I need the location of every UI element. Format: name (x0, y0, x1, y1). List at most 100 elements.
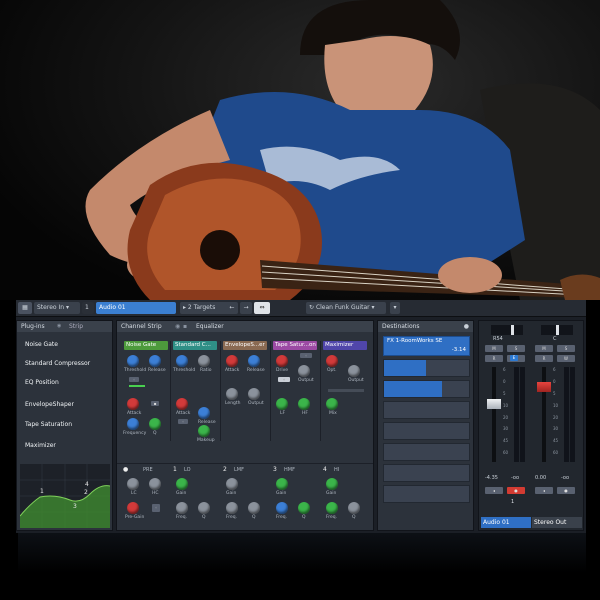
output-knob[interactable] (248, 388, 260, 400)
sidechain-button[interactable]: ▪ (151, 401, 159, 406)
targets-dropdown[interactable]: ▸ 2 Targets (180, 302, 232, 314)
q-knob[interactable] (298, 502, 310, 514)
attack-knob[interactable] (226, 355, 238, 367)
mix-knob[interactable] (326, 398, 338, 410)
release-knob[interactable] (248, 355, 260, 367)
output-knob[interactable] (348, 365, 360, 377)
insert-slot[interactable]: EnvelopeShaper (22, 397, 108, 412)
mute-button[interactable]: M (485, 345, 503, 352)
gain-knob[interactable] (326, 478, 338, 490)
input-routing-dropdown[interactable]: Stereo In ▾ (34, 302, 80, 314)
send-slot[interactable] (383, 380, 470, 398)
auto-gain-button[interactable]: ◦ (278, 377, 290, 382)
eq-curve-display[interactable]: 1 3 4 2 (20, 464, 110, 528)
panel-settings-icon[interactable]: ◉ (57, 321, 61, 332)
optimize-knob[interactable] (326, 355, 338, 367)
q-knob[interactable] (348, 502, 360, 514)
module-title[interactable]: Maximizer (323, 341, 367, 350)
pre-power-icon[interactable]: ● (123, 466, 128, 473)
channel-name-label[interactable]: Audio 01 (481, 517, 531, 528)
pan-control[interactable] (491, 325, 523, 335)
drive-knob[interactable] (276, 355, 288, 367)
auto-button[interactable]: ◦ (129, 377, 139, 382)
insert-slot[interactable]: Tape Saturation (22, 417, 108, 432)
edit-button[interactable]: E (510, 355, 518, 361)
eq-point-4[interactable]: 4 (85, 481, 89, 488)
monitor-button[interactable]: ◂ (485, 487, 503, 494)
read-button[interactable]: R (485, 355, 503, 362)
solo-button[interactable]: S (557, 345, 575, 352)
insert-slot[interactable]: Noise Gate (22, 337, 108, 352)
destinations-settings-icon[interactable]: ● (464, 321, 469, 332)
threshold-knob[interactable] (127, 355, 139, 367)
send-slot[interactable] (383, 359, 470, 377)
high-cut-knob[interactable] (149, 478, 161, 490)
pan-control[interactable] (541, 325, 573, 335)
panel-settings-icon[interactable]: ◉ (175, 321, 180, 332)
module-title[interactable]: Standard C... (173, 341, 217, 350)
frequency-knob[interactable] (127, 418, 139, 430)
tab-plugins[interactable]: Plug-ins (21, 323, 45, 330)
send-slot[interactable] (383, 443, 470, 461)
tab-equalizer[interactable]: Equalizer (196, 321, 224, 332)
freq-knob[interactable] (276, 502, 288, 514)
ratio-knob[interactable] (198, 355, 210, 367)
monitor-button[interactable]: ◂ (535, 487, 553, 494)
tab-strip[interactable]: Strip (69, 321, 83, 332)
read-button[interactable]: R (535, 355, 553, 362)
gain-knob[interactable] (226, 478, 238, 490)
q-knob[interactable] (149, 418, 161, 430)
channel-name-label[interactable]: Stereo Out (532, 517, 582, 528)
pre-gain-knob[interactable] (127, 502, 139, 514)
dual-mode-button[interactable]: ◦ (300, 353, 312, 358)
write-button[interactable]: W (557, 355, 575, 362)
link-icon[interactable]: ⇔ (254, 302, 270, 314)
insert-slot[interactable]: EQ Position (22, 375, 108, 390)
release-knob[interactable] (149, 355, 161, 367)
phase-button[interactable]: ◦ (152, 504, 160, 512)
mute-button[interactable]: M (535, 345, 553, 352)
insert-slot[interactable]: Maximizer (22, 438, 108, 453)
next-channel-icon[interactable]: → (240, 302, 252, 314)
auto-release-button[interactable]: ◦ (178, 419, 188, 424)
prev-channel-icon[interactable]: ← (226, 302, 238, 314)
tab-channel-strip[interactable]: Channel Strip (121, 323, 162, 330)
output-knob[interactable] (298, 365, 310, 377)
send-slot[interactable] (383, 401, 470, 419)
module-title[interactable]: Tape Satur...on (273, 341, 317, 350)
q-knob[interactable] (248, 502, 260, 514)
volume-fader[interactable] (487, 399, 501, 410)
freq-knob[interactable] (326, 502, 338, 514)
attack-knob[interactable] (127, 398, 139, 410)
length-knob[interactable] (226, 388, 238, 400)
module-title[interactable]: EnvelopeS...er (223, 341, 267, 350)
q-knob[interactable] (198, 502, 210, 514)
preset-menu-icon[interactable]: ▾ (390, 302, 400, 314)
threshold-knob[interactable] (176, 355, 188, 367)
makeup-knob[interactable] (198, 425, 210, 437)
insert-slot[interactable]: Standard Compressor (22, 356, 108, 371)
attack-knob[interactable] (176, 398, 188, 410)
gain-knob[interactable] (276, 478, 288, 490)
gain-knob[interactable] (176, 478, 188, 490)
panel-more-icon[interactable]: ▪ (183, 321, 187, 332)
lf-knob[interactable] (276, 398, 288, 410)
send-slot[interactable]: FX 1-RoomWorks SE -3.14 (383, 336, 470, 356)
record-button[interactable]: ● (507, 487, 525, 494)
volume-fader[interactable] (537, 382, 551, 393)
release-knob[interactable] (198, 407, 210, 419)
send-slot[interactable] (383, 422, 470, 440)
window-icon[interactable]: ▦ (18, 302, 32, 314)
send-slot[interactable] (383, 485, 470, 503)
hf-knob[interactable] (298, 398, 310, 410)
freq-knob[interactable] (176, 502, 188, 514)
module-title[interactable]: Noise Gate (124, 341, 168, 350)
freq-knob[interactable] (226, 502, 238, 514)
preset-dropdown[interactable]: ↻ Clean Funk Guitar ▾ (306, 302, 386, 314)
low-cut-knob[interactable] (127, 478, 139, 490)
record-button[interactable]: ● (557, 487, 575, 494)
eq-point-3[interactable]: 3 (73, 503, 77, 510)
solo-button[interactable]: S (507, 345, 525, 352)
send-slot[interactable] (383, 464, 470, 482)
channel-name-field[interactable]: Audio 01 (96, 302, 176, 314)
